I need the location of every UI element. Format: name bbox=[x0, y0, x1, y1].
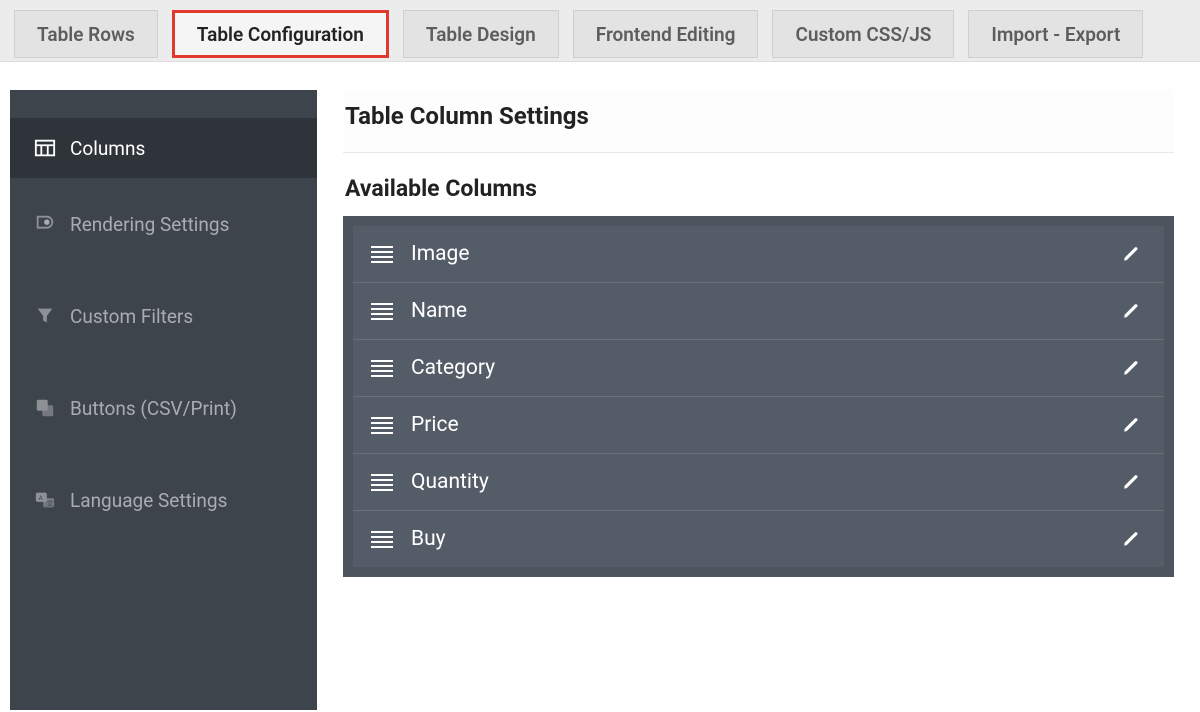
language-icon: A文 bbox=[34, 489, 56, 511]
edit-icon[interactable] bbox=[1122, 359, 1140, 377]
sidebar-item-label: Columns bbox=[70, 137, 145, 160]
drag-handle-icon[interactable] bbox=[371, 302, 393, 320]
tab-table-design[interactable]: Table Design bbox=[403, 10, 559, 58]
tab-label: Custom CSS/JS bbox=[795, 23, 931, 46]
drag-handle-icon[interactable] bbox=[371, 416, 393, 434]
sidebar-item-label: Rendering Settings bbox=[70, 213, 229, 236]
column-row-image[interactable]: Image bbox=[353, 226, 1164, 282]
edit-icon[interactable] bbox=[1122, 416, 1140, 434]
sidebar-item-buttons[interactable]: Buttons (CSV/Print) bbox=[10, 362, 317, 454]
column-row-category[interactable]: Category bbox=[353, 339, 1164, 396]
main-layout: Columns Rendering Settings Custom Filter… bbox=[0, 62, 1200, 712]
tab-strip: Table Rows Table Configuration Table Des… bbox=[0, 0, 1200, 62]
sidebar-item-rendering[interactable]: Rendering Settings bbox=[10, 178, 317, 270]
tab-label: Frontend Editing bbox=[596, 23, 736, 46]
sidebar-item-label: Buttons (CSV/Print) bbox=[70, 397, 237, 420]
tab-label: Table Design bbox=[426, 23, 536, 46]
section-title: Table Column Settings bbox=[343, 90, 1174, 153]
tab-table-configuration[interactable]: Table Configuration bbox=[172, 10, 389, 58]
rendering-icon bbox=[34, 213, 56, 235]
edit-icon[interactable] bbox=[1122, 245, 1140, 263]
column-row-price[interactable]: Price bbox=[353, 396, 1164, 453]
column-row-quantity[interactable]: Quantity bbox=[353, 453, 1164, 510]
sidebar-item-label: Custom Filters bbox=[70, 305, 193, 328]
edit-icon[interactable] bbox=[1122, 302, 1140, 320]
sidebar-item-columns[interactable]: Columns bbox=[10, 118, 317, 178]
column-label: Price bbox=[411, 413, 1122, 437]
drag-handle-icon[interactable] bbox=[371, 530, 393, 548]
sidebar-item-label: Language Settings bbox=[70, 489, 227, 512]
buttons-icon bbox=[34, 397, 56, 419]
drag-handle-icon[interactable] bbox=[371, 359, 393, 377]
column-label: Quantity bbox=[411, 470, 1122, 494]
column-label: Name bbox=[411, 299, 1122, 323]
drag-handle-icon[interactable] bbox=[371, 245, 393, 263]
sidebar-item-language[interactable]: A文 Language Settings bbox=[10, 454, 317, 546]
column-label: Image bbox=[411, 242, 1122, 266]
tab-frontend-editing[interactable]: Frontend Editing bbox=[573, 10, 759, 58]
filter-icon bbox=[34, 305, 56, 327]
column-row-buy[interactable]: Buy bbox=[353, 510, 1164, 567]
column-label: Category bbox=[411, 356, 1122, 380]
content-area: Table Column Settings Available Columns … bbox=[317, 62, 1200, 712]
sidebar-item-filters[interactable]: Custom Filters bbox=[10, 270, 317, 362]
subsection-title: Available Columns bbox=[343, 153, 1174, 216]
drag-handle-icon[interactable] bbox=[371, 473, 393, 491]
tab-label: Table Rows bbox=[37, 23, 135, 46]
tab-label: Table Configuration bbox=[197, 23, 364, 46]
edit-icon[interactable] bbox=[1122, 473, 1140, 491]
columns-icon bbox=[34, 137, 56, 159]
available-columns-list: Image Name Category bbox=[343, 216, 1174, 577]
column-row-name[interactable]: Name bbox=[353, 282, 1164, 339]
tab-table-rows[interactable]: Table Rows bbox=[14, 10, 158, 58]
tab-custom-css-js[interactable]: Custom CSS/JS bbox=[772, 10, 954, 58]
edit-icon[interactable] bbox=[1122, 530, 1140, 548]
svg-text:文: 文 bbox=[47, 499, 54, 508]
sidebar: Columns Rendering Settings Custom Filter… bbox=[10, 90, 317, 710]
tab-label: Import - Export bbox=[991, 23, 1120, 46]
tab-import-export[interactable]: Import - Export bbox=[968, 10, 1143, 58]
column-label: Buy bbox=[411, 527, 1122, 551]
